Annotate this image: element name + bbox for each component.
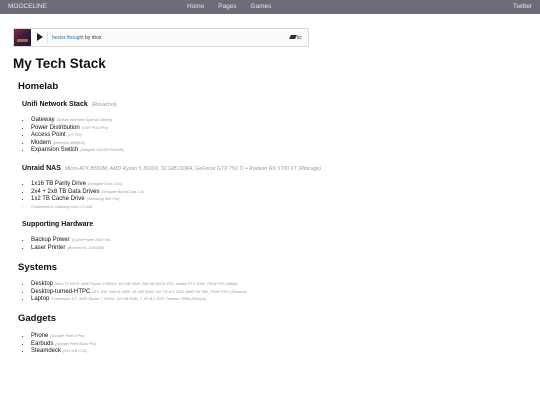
item-note: (Seagate Exos X16) [87, 182, 122, 186]
item-name: Laser Printer [31, 244, 66, 251]
item-name: Expansion Switch [31, 147, 79, 154]
item-name: 2x4 + 2x8 TB Data Drives [31, 188, 100, 195]
item-name: 1x2 TB Cache Drive [31, 196, 85, 203]
nas-title: Unraid NAS [22, 165, 61, 172]
nav-link-games[interactable]: Games [250, 3, 271, 10]
nav-link-twitter[interactable]: Twitter [513, 3, 532, 10]
list-item: Expansion Switch(Netgear GS108 ProSafe) [31, 147, 124, 155]
list-item: Backup Power(CyberPower 1500 VA) [31, 237, 111, 245]
nas-heading: Unraid NAS Micro-ATX B550M, AMD Ryzen 5 … [22, 165, 321, 172]
item-name: Power Distribution [31, 124, 80, 131]
item-note: (U7 Pro) [67, 133, 83, 138]
item-note: (USP PDU Pro) [81, 125, 108, 130]
item-note: (Google Pixel 8 Pro) [50, 334, 85, 338]
nav-links: Home Pages Games [187, 3, 283, 10]
unifi-heading: Unifi Network Stack (Revachol) [22, 101, 117, 108]
section-homelab-heading: Homelab [18, 81, 59, 92]
list-item: DesktopMini-ITX B570, AMD Ryzen 9 5900X,… [31, 281, 247, 289]
top-nav: MOOCELINE Home Pages Games Twitter [0, 0, 540, 14]
item-note: (CyberPower 1500 VA) [71, 238, 111, 242]
section-gadgets-heading: Gadgets [18, 313, 57, 324]
nas-subtitle: Micro-ATX B550M, AMD Ryzen 5 3600X, 32 G… [64, 166, 321, 172]
item-note: (512 GB LCD) [63, 349, 88, 354]
bandcamp-icon [288, 35, 297, 39]
unifi-title: Unifi Network Stack [22, 101, 88, 108]
item-name: Earbuds [31, 340, 54, 347]
item-note: Mini-ITX B570, AMD Ryzen 9 5900X, 64 GiB… [55, 282, 238, 286]
music-player: bezier thought by drox bc [13, 28, 309, 47]
item-note: (Google Pixel Buds Pro) [55, 341, 97, 346]
list-item: Access Point(U7 Pro) [31, 132, 124, 140]
item-note: Framework 13", AMD Ryzen 7 7840U, 64 GiB… [51, 297, 207, 302]
support-list: Backup Power(CyberPower 1500 VA) Laser P… [22, 237, 111, 252]
section-systems-heading: Systems [18, 262, 58, 273]
item-note: (Samsung 980 Pro) [86, 197, 120, 202]
list-item-footnote: Connected to Gateway over 2.5 GbE [31, 204, 144, 212]
item-name: Desktop [31, 281, 54, 287]
nav-link-home[interactable]: Home [187, 3, 204, 10]
nav-link-pages[interactable]: Pages [218, 3, 236, 10]
unifi-subtitle: (Revachol) [91, 102, 117, 108]
site-brand-link[interactable]: MOOCELINE [8, 3, 47, 10]
support-heading: Supporting Hardware [22, 221, 94, 228]
bandcamp-link[interactable]: bc [288, 34, 302, 41]
item-name: Gateway [31, 117, 55, 123]
item-note: (Motorola MB8611) [53, 140, 86, 145]
unifi-list: Gateway(Dream Machine Special Edition) P… [22, 117, 124, 155]
list-item: Modem(Motorola MB8611) [31, 140, 124, 148]
track-title-link[interactable]: bezier thought [52, 35, 84, 41]
list-item: Gateway(Dream Machine Special Edition) [31, 117, 124, 125]
list-item: Steamdeck(512 GB LCD) [31, 348, 96, 356]
list-item: Power Distribution(USP PDU Pro) [31, 125, 124, 133]
list-item: 1x2 TB Cache Drive(Samsung 980 Pro) [31, 196, 144, 204]
item-name: Desktop-turned-HTPC [31, 288, 91, 295]
item-note: (Dream Machine Special Edition) [56, 118, 113, 122]
item-name: Steamdeck [31, 348, 62, 355]
item-name: Modem [31, 139, 52, 146]
list-item: Phone(Google Pixel 8 Pro) [31, 333, 96, 341]
player-divider [47, 32, 48, 43]
list-item: Desktop-turned-HTPCATX Z90, Intel i5-345… [31, 289, 247, 297]
item-note: (Seagate BarraCuda 3.5) [101, 189, 144, 194]
item-name: Backup Power [31, 237, 70, 243]
item-note: (Netgear GS108 ProSafe) [80, 148, 125, 153]
album-art[interactable] [14, 29, 31, 46]
track-info: bezier thought by drox [52, 35, 102, 41]
item-name: Laptop [31, 296, 50, 303]
list-item: 1x16 TB Parity Drive(Seagate Exos X16) [31, 181, 144, 189]
play-icon[interactable] [37, 33, 43, 41]
page-title: My Tech Stack [13, 56, 106, 71]
nas-list: 1x16 TB Parity Drive(Seagate Exos X16) 2… [22, 181, 144, 211]
systems-list: DesktopMini-ITX B570, AMD Ryzen 9 5900X,… [22, 281, 247, 304]
item-name: Phone [31, 333, 49, 339]
track-artist-link[interactable]: drox [92, 35, 102, 41]
list-item: 2x4 + 2x8 TB Data Drives(Seagate BarraCu… [31, 189, 144, 197]
bandcamp-label: bc [296, 34, 302, 41]
track-by: by [85, 34, 91, 41]
item-name: 1x16 TB Parity Drive [31, 181, 86, 187]
list-item: LaptopFramework 13", AMD Ryzen 7 7840U, … [31, 296, 247, 304]
list-item: Earbuds(Google Pixel Buds Pro) [31, 341, 96, 349]
item-note: ATX Z90, Intel i5-3450, 16 GiB RAM, 2x2 … [92, 289, 247, 294]
item-note: (Brother HL-2280DW) [67, 245, 105, 250]
gadgets-list: Phone(Google Pixel 8 Pro) Earbuds(Google… [22, 333, 96, 356]
item-name: Access Point [31, 132, 66, 139]
list-item: Laser Printer(Brother HL-2280DW) [31, 245, 111, 253]
